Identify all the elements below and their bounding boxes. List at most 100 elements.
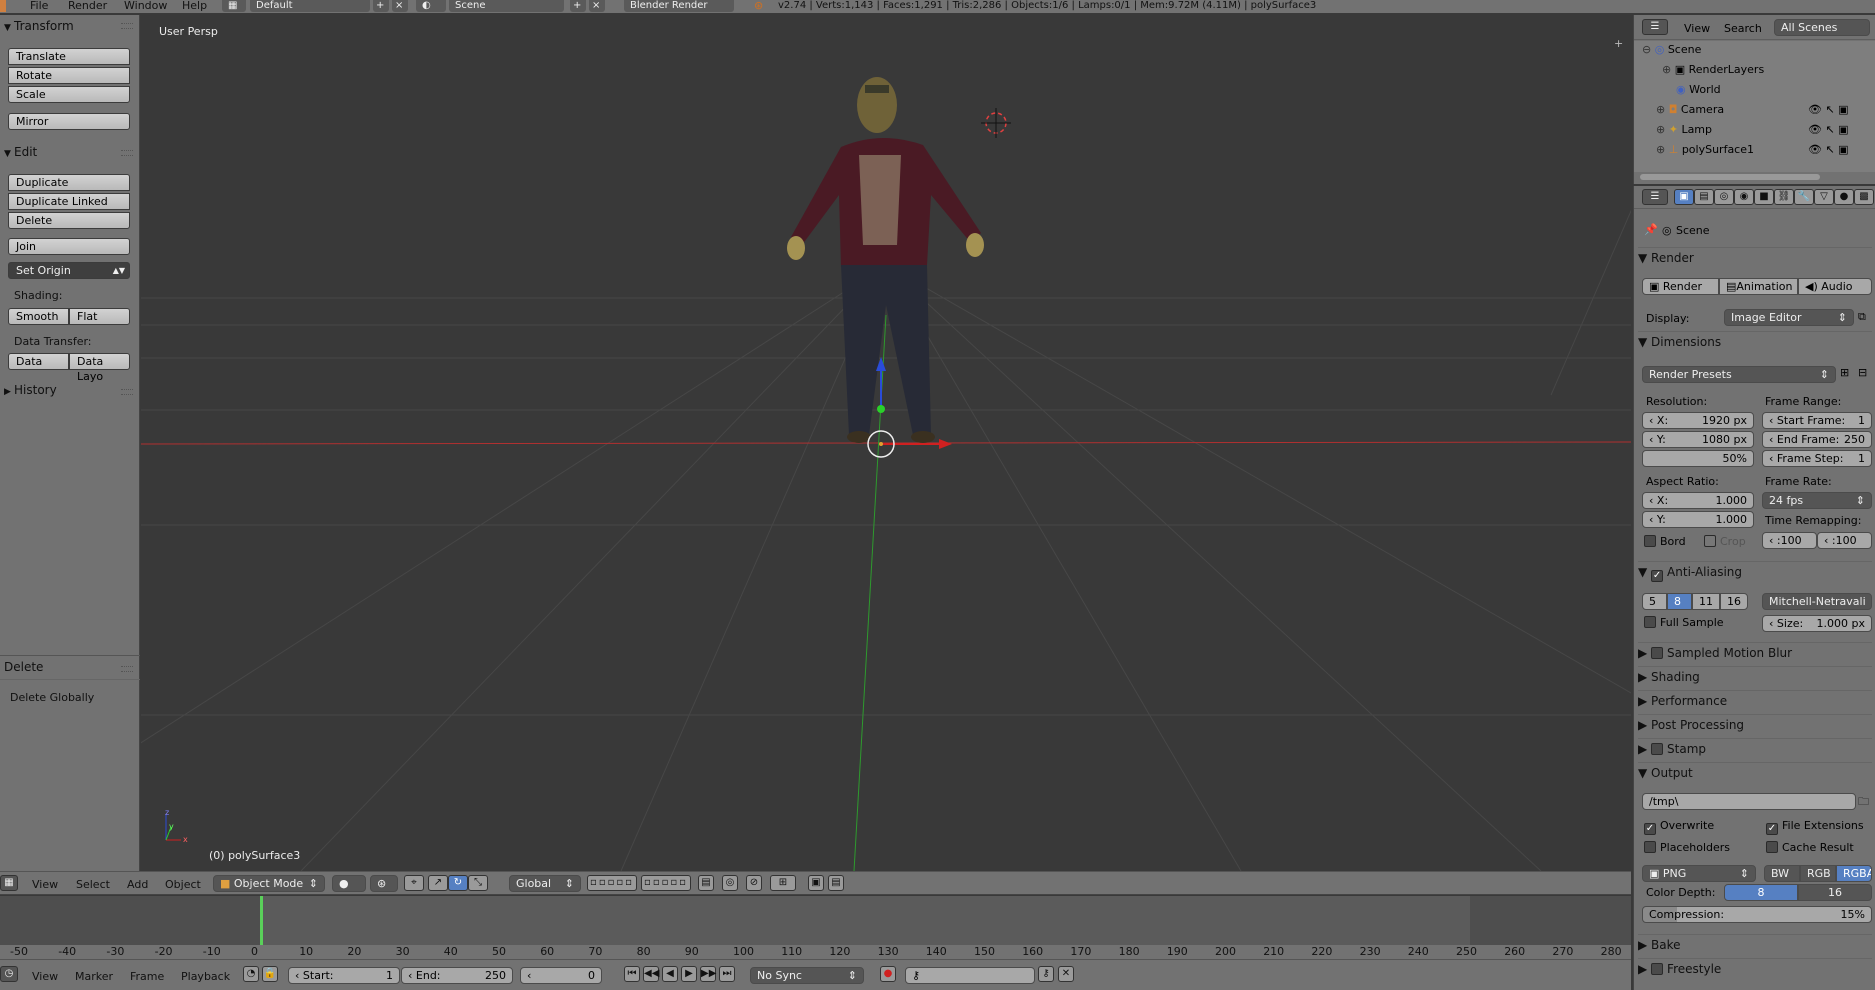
render-opengl-icon[interactable]: ▣ [808,875,824,891]
time-remap-new-field[interactable]: ‹ :100 [1817,532,1872,549]
outliner-view-menu[interactable]: View [1684,22,1710,35]
join-button[interactable]: Join [8,238,130,255]
translate-manipulator-icon[interactable]: ↗ [428,875,448,891]
start-frame-field[interactable]: ‹ Start Frame: 1 [1762,412,1872,429]
bake-panel-header[interactable]: ▶ Bake [1638,934,1872,954]
aa-samples-16[interactable]: 16 [1720,593,1748,610]
delete-globally-checkbox[interactable]: Delete Globally [10,691,94,704]
display-mode-select[interactable]: All Scenes [1774,19,1870,36]
render-audio-button[interactable]: ◀) Audio [1798,278,1872,295]
file-extensions-checkbox[interactable]: ✓ File Extensions [1766,819,1864,835]
add-region-icon[interactable]: + [1614,37,1623,50]
performance-panel-header[interactable]: ▶ Performance [1638,690,1872,710]
overwrite-checkbox[interactable]: ✓ Overwrite [1644,819,1714,835]
material-tab-icon[interactable]: ● [1834,189,1854,205]
cache-result-checkbox[interactable]: Cache Result [1766,841,1854,854]
menu-render[interactable]: Render [68,0,107,12]
add-preset-icon[interactable]: ⊞ [1840,366,1849,379]
viewport-shading-select[interactable]: ● [332,875,366,892]
timeline-marker-menu[interactable]: Marker [75,970,113,983]
duplicate-linked-button[interactable]: Duplicate Linked [8,193,130,210]
object-menu[interactable]: Object [165,878,201,891]
full-sample-checkbox[interactable]: Full Sample [1644,616,1724,629]
current-frame-marker[interactable] [260,896,263,945]
record-icon[interactable]: ● [880,966,896,982]
character-model[interactable] [787,77,984,443]
start-frame-field[interactable]: ‹ Start: 1 [288,967,400,984]
color-depth-16[interactable]: 16 [1798,884,1872,901]
editor-type-icon[interactable]: ☰ [1642,19,1668,35]
scene-tab-icon[interactable]: ◎ [1714,189,1734,205]
add-scene-icon[interactable]: + [570,0,586,12]
insert-keyframe-icon[interactable]: ⚷ [1038,966,1054,982]
select-menu[interactable]: Select [76,878,110,891]
mirror-button[interactable]: Mirror [8,113,130,130]
lock-camera-icon[interactable]: ▤ [698,875,714,891]
render-still-button[interactable]: ▣ Render [1642,278,1719,295]
checkbox-icon[interactable] [1651,647,1664,659]
render-animation-opengl-icon[interactable]: ▤ [828,875,844,891]
aspect-y-field[interactable]: ‹ Y: 1.000 [1642,511,1754,528]
output-panel-header[interactable]: ▼ Output [1638,762,1872,782]
color-mode-rgba[interactable]: RGBA [1836,865,1872,882]
smooth-button[interactable]: Smooth [8,308,69,325]
transform-orientation-select[interactable]: Global ⇕ [509,875,581,892]
data-transfer-button[interactable]: Data [8,353,69,370]
3d-viewport[interactable]: User Persp (0) polySurface3 z y x + [141,15,1631,871]
checkbox-icon[interactable] [1651,743,1664,755]
file-format-select[interactable]: ▣ PNG ⇕ [1642,865,1756,882]
menu-window[interactable]: Window [124,0,167,12]
object-tab-icon[interactable]: ■ [1754,189,1774,205]
render-layers-tab-icon[interactable]: ▤ [1694,189,1714,205]
aa-filter-select[interactable]: Mitchell-Netravali [1762,593,1872,610]
current-frame-field[interactable]: ‹ 0 [520,967,602,984]
scale-button[interactable]: Scale [8,86,130,103]
folder-icon[interactable]: 🗀 [1858,793,1869,812]
blender-icon[interactable] [0,0,6,12]
sampled-motion-blur-panel-header[interactable]: ▶ Sampled Motion Blur [1638,642,1872,662]
menu-file[interactable]: File [30,0,48,12]
aa-samples-5[interactable]: 5 [1642,593,1667,610]
dimensions-panel-header[interactable]: ▼ Dimensions [1638,331,1872,351]
menu-help[interactable]: Help [182,0,207,12]
proportional-edit-icon[interactable]: ◎ [722,875,738,891]
outliner-row-lamp[interactable]: ⊕ ✦ Lamp [1656,123,1712,136]
edit-panel-header[interactable]: ▼ Edit [4,145,37,159]
timeline-frame-menu[interactable]: Frame [130,970,164,983]
display-select[interactable]: Image Editor ⇕ [1724,309,1854,326]
rotate-manipulator-icon[interactable]: ↻ [448,875,468,891]
color-mode-bw[interactable]: BW [1764,865,1800,882]
scene-icon[interactable]: ◐ [416,0,446,12]
outliner-row-scene[interactable]: ⊖ ◎ Scene [1642,43,1701,56]
editor-type-icon[interactable]: ☰ [1642,189,1668,205]
delete-keyframe-icon[interactable]: ✕ [1058,966,1074,982]
lock-range-icon[interactable]: 🔒 [262,966,278,982]
resolution-y-field[interactable]: ‹ Y: 1080 px [1642,431,1754,448]
duplicate-button[interactable]: Duplicate [8,174,130,191]
aa-samples-8[interactable]: 8 [1667,593,1692,610]
filter-size-field[interactable]: ‹ Size: 1.000 px [1762,615,1872,632]
anti-aliasing-panel-header[interactable]: ▼ ✓ Anti-Aliasing [1638,561,1872,582]
constraints-tab-icon[interactable]: ⛓ [1774,189,1794,205]
outliner-scrollbar[interactable] [1640,174,1820,180]
outliner-row-polysurface1[interactable]: ⊕ ⊥ polySurface1 [1656,143,1754,156]
sync-mode-select[interactable]: No Sync ⇕ [750,967,864,984]
data-tab-icon[interactable]: ▽ [1814,189,1834,205]
view-menu[interactable]: View [32,878,58,891]
outliner-row-renderlayers[interactable]: ⊕ ▣ RenderLayers [1662,63,1764,76]
visibility-eye-icon[interactable]: 👁 ↖ ▣ [1808,103,1849,116]
texture-tab-icon[interactable]: ▩ [1854,189,1874,205]
aspect-x-field[interactable]: ‹ X: 1.000 [1642,492,1754,509]
checkbox-icon[interactable]: ✓ [1651,570,1664,582]
shading-panel-header[interactable]: ▶ Shading [1638,666,1872,686]
layers-grid-icon[interactable]: ▫▫▫▫▫ [587,875,637,891]
timeline-area[interactable]: -50 -40 -30 -20 -10 0 10 20 30 40 50 60 70 80 90 100 110… [0,896,1631,959]
crop-checkbox[interactable]: Crop [1704,535,1746,548]
outliner-search-menu[interactable]: Search [1724,22,1762,35]
panel-grip-icon[interactable] [121,666,133,672]
render-animation-button[interactable]: ▤Animation [1719,278,1798,295]
editor-type-icon[interactable]: ◷ [0,966,18,982]
delete-button[interactable]: Delete [8,212,130,229]
rotate-button[interactable]: Rotate [8,67,130,84]
freestyle-panel-header[interactable]: ▶ Freestyle [1638,958,1872,978]
